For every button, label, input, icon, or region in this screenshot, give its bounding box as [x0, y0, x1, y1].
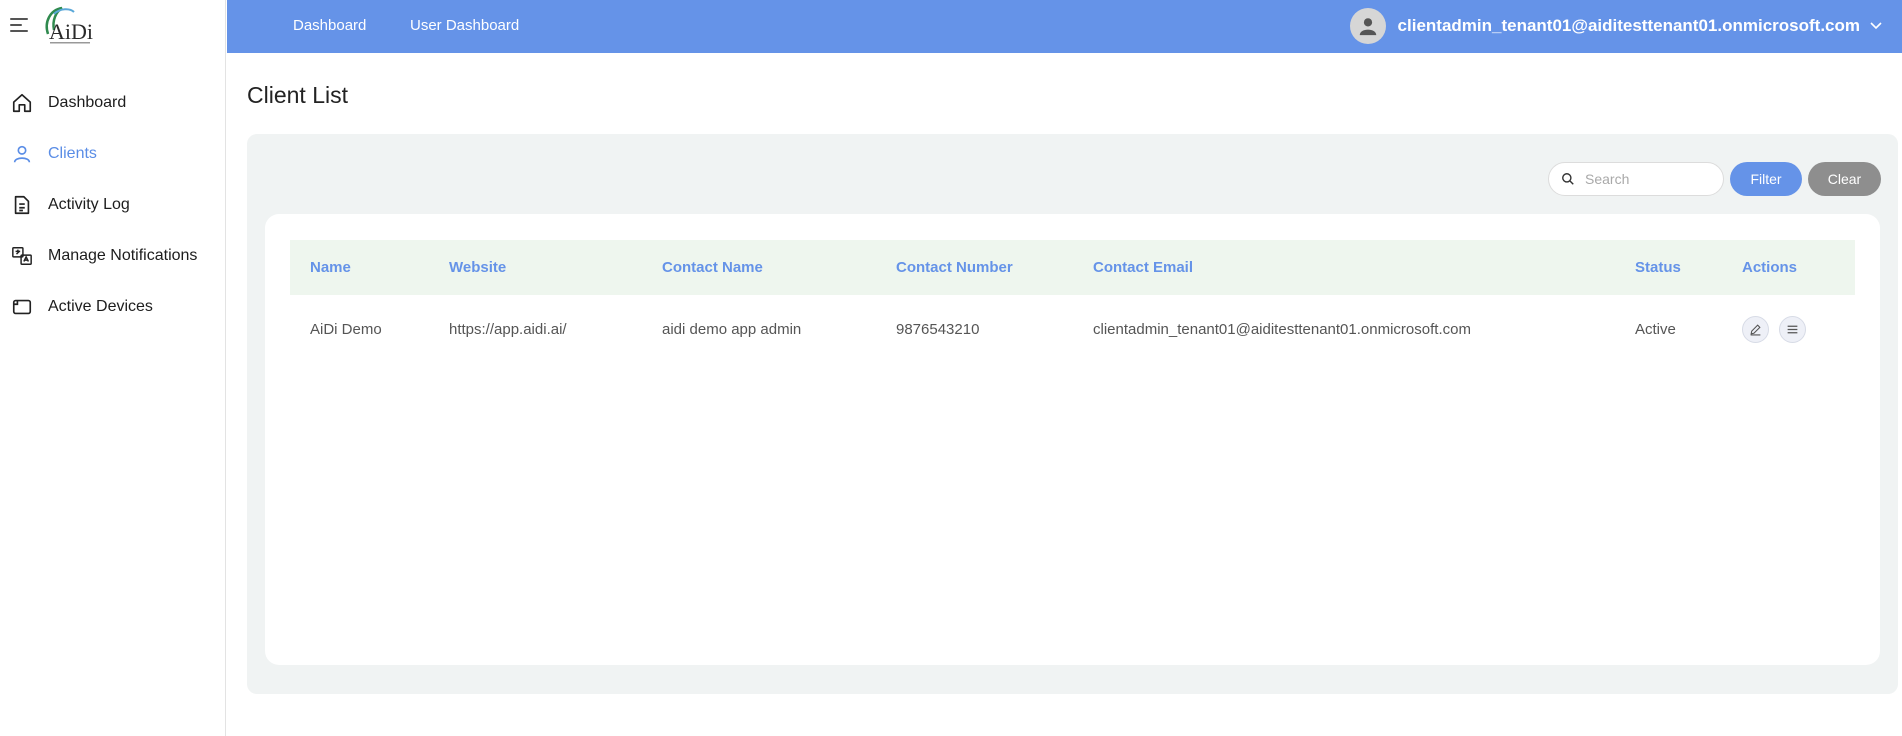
top-link-user-dashboard[interactable]: User Dashboard — [410, 17, 519, 34]
cell-status: Active — [1635, 320, 1676, 338]
sidebar-item-manage-notifications[interactable]: Manage Notifications — [0, 230, 225, 281]
client-list-panel: Filter Clear Name Website Contact Name C… — [247, 134, 1898, 694]
table-row: AiDi Demo https://app.aidi.ai/ aidi demo… — [290, 295, 1855, 363]
more-options-button[interactable] — [1779, 315, 1806, 343]
col-header-contact-name[interactable]: Contact Name — [642, 240, 876, 295]
menu-lines-icon — [1787, 325, 1798, 333]
sidebar-nav: Dashboard Clients Activity Log Manage No… — [0, 77, 225, 332]
cell-actions — [1722, 295, 1855, 363]
user-email: clientadmin_tenant01@aiditesttenant01.on… — [1397, 16, 1860, 35]
translate-icon — [10, 244, 34, 268]
device-icon — [10, 295, 34, 319]
cell-contact-name: aidi demo app admin — [662, 320, 802, 338]
menu-toggle-icon[interactable] — [10, 18, 28, 34]
search-input[interactable] — [1585, 171, 1715, 187]
svg-text:AiDi: AiDi — [49, 19, 93, 44]
clear-button[interactable]: Clear — [1808, 162, 1881, 196]
col-header-actions: Actions — [1742, 259, 1798, 276]
pencil-icon — [1750, 323, 1761, 335]
sidebar-item-label: Activity Log — [48, 195, 130, 213]
top-navbar: Dashboard User Dashboard clientadmin_ten… — [227, 0, 1902, 53]
table-header-row: Name Website Contact Name Contact Number… — [290, 240, 1855, 295]
row-actions — [1742, 315, 1855, 343]
search-box[interactable] — [1548, 162, 1724, 196]
sidebar-item-clients[interactable]: Clients — [0, 128, 225, 179]
col-header-name[interactable]: Name — [290, 240, 429, 295]
sidebar-item-label: Active Devices — [48, 297, 153, 315]
edit-button[interactable] — [1742, 315, 1769, 343]
cell-website: https://app.aidi.ai/ — [449, 320, 567, 338]
sidebar: AiDi Dashboard Clients Activity Log Mana… — [0, 0, 226, 736]
sidebar-item-dashboard[interactable]: Dashboard — [0, 77, 225, 128]
chevron-down-icon — [1870, 22, 1882, 30]
col-header-contact-email[interactable]: Contact Email — [1073, 240, 1615, 295]
client-table: Name Website Contact Name Contact Number… — [290, 240, 1855, 363]
user-menu[interactable]: clientadmin_tenant01@aiditesttenant01.on… — [1349, 8, 1882, 44]
top-link-dashboard[interactable]: Dashboard — [293, 17, 366, 34]
avatar — [1349, 8, 1386, 44]
col-header-website[interactable]: Website — [429, 240, 642, 295]
page-title: Client List — [247, 82, 348, 108]
document-icon — [10, 193, 34, 217]
sidebar-item-label: Clients — [48, 144, 97, 162]
col-header-status[interactable]: Status — [1615, 240, 1722, 295]
sidebar-header: AiDi — [0, 0, 225, 53]
home-icon — [10, 91, 34, 115]
sidebar-item-active-devices[interactable]: Active Devices — [0, 281, 225, 332]
col-header-contact-number[interactable]: Contact Number — [876, 240, 1073, 295]
aidi-logo[interactable]: AiDi — [40, 4, 100, 48]
cell-contact-email: clientadmin_tenant01@aiditesttenant01.on… — [1093, 320, 1471, 338]
person-icon — [1359, 18, 1376, 36]
cell-name: AiDi Demo — [310, 320, 382, 338]
user-icon — [10, 142, 34, 166]
cell-contact-number: 9876543210 — [896, 320, 980, 338]
filter-button[interactable]: Filter — [1730, 162, 1802, 196]
search-icon — [1562, 173, 1574, 185]
sidebar-item-label: Dashboard — [48, 93, 127, 111]
client-table-card: Name Website Contact Name Contact Number… — [265, 214, 1880, 665]
sidebar-item-label: Manage Notifications — [48, 246, 198, 264]
sidebar-item-activity-log[interactable]: Activity Log — [0, 179, 225, 230]
